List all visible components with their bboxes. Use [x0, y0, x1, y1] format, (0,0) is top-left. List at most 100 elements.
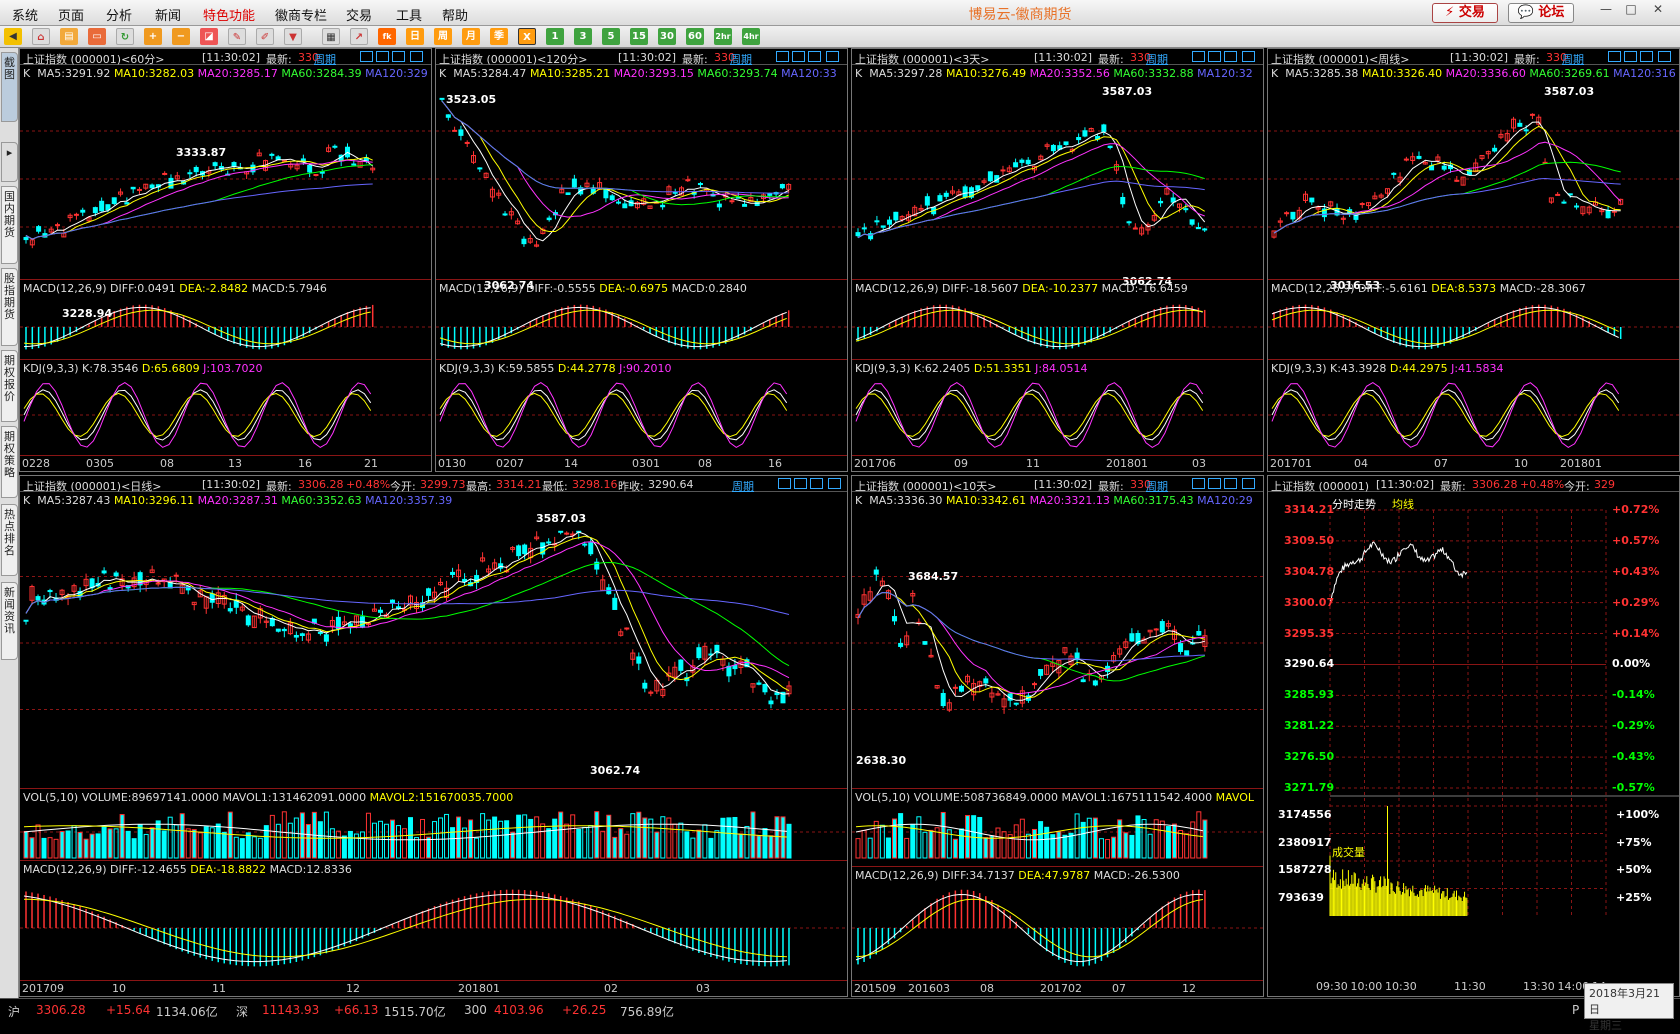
- volume-bar: [1062, 834, 1068, 859]
- menu-help[interactable]: 帮助: [442, 5, 468, 24]
- pen-icon[interactable]: ✎: [228, 28, 246, 45]
- candle-body: [1032, 683, 1037, 686]
- volume-bar: [648, 818, 654, 859]
- tab-screenshot[interactable]: 截图: [1, 52, 18, 122]
- season-button[interactable]: 季: [490, 28, 508, 45]
- candlestick-chart: [852, 566, 1263, 967]
- min60-button[interactable]: 60: [686, 28, 704, 45]
- min1-button[interactable]: 1: [546, 28, 564, 45]
- month-button[interactable]: 月: [462, 28, 480, 45]
- custom-period-button[interactable]: X: [518, 28, 536, 45]
- tab-news[interactable]: 新闻资讯: [1, 582, 18, 660]
- menu-analysis[interactable]: 分析: [106, 5, 132, 24]
- date-text: 2018年3月21日: [1589, 987, 1660, 1016]
- volume-bar: [720, 817, 726, 859]
- chart-panel-120min[interactable]: 上证指数 (000001)<120分> [11:30:02] 最新: 330 周…: [435, 48, 848, 472]
- chart-panel-daily[interactable]: 上证指数 (000001)<日线> [11:30:02] 最新: 3306.28…: [19, 475, 848, 997]
- menu-features[interactable]: 特色功能: [203, 5, 255, 24]
- maximize-icon[interactable]: □: [1620, 2, 1642, 20]
- candle-body: [452, 129, 458, 132]
- candle-body: [293, 634, 299, 638]
- candle-body: [269, 153, 275, 156]
- hr2-button[interactable]: 2hr: [714, 28, 732, 45]
- menu-huishang[interactable]: 徽商专栏: [275, 5, 327, 24]
- menu-tools[interactable]: 工具: [396, 5, 422, 24]
- menu-page[interactable]: 页面: [58, 5, 84, 24]
- volume-bar: [1105, 839, 1111, 859]
- volume-bar: [239, 838, 245, 859]
- volume-bar: [910, 823, 916, 859]
- volume-bar: [486, 819, 492, 859]
- candle-body: [1605, 209, 1611, 219]
- min5-button[interactable]: 5: [602, 28, 620, 45]
- min15-button[interactable]: 15: [630, 28, 648, 45]
- menu-system[interactable]: 系统: [12, 5, 38, 24]
- candle-body: [696, 647, 702, 659]
- chart-panel-intraday[interactable]: 上证指数 (000001) [11:30:02] 最新: 3306.28 +0.…: [1267, 475, 1680, 997]
- tick-button[interactable]: fk: [378, 28, 396, 45]
- volume-bar: [414, 837, 420, 859]
- zoom-in-icon[interactable]: +: [144, 28, 162, 45]
- volume-bar: [654, 831, 660, 859]
- home-icon[interactable]: ⌂: [32, 28, 50, 45]
- hr4-button[interactable]: 4hr: [742, 28, 760, 45]
- copy-icon[interactable]: ◪: [200, 28, 218, 45]
- volume-bar: [786, 823, 792, 859]
- day-button[interactable]: 日: [406, 28, 424, 45]
- volume-bar: [383, 823, 389, 859]
- chart-panel-weekly[interactable]: 上证指数 (000001)<周线> [11:30:02] 最新: 330 周期 …: [1267, 48, 1680, 472]
- close-icon[interactable]: ✕: [1647, 2, 1669, 20]
- chart-panel-60min[interactable]: 上证指数 (000001)<60分> [11:30:02] 最新: 330 周期…: [19, 48, 432, 472]
- tab-arrow[interactable]: ▸: [1, 142, 18, 182]
- candle-body: [155, 582, 161, 585]
- volume-bar: [989, 835, 995, 859]
- candle-body: [1013, 702, 1019, 705]
- table-icon[interactable]: ▦: [322, 28, 340, 45]
- chart-panel-10day[interactable]: 上证指数 (000001)<10天> [11:30:02] 最新: 330 周期…: [851, 475, 1264, 997]
- tab-option-quotes[interactable]: 期权报价: [1, 350, 18, 422]
- corner-label: P: [1572, 1003, 1580, 1017]
- refresh-icon[interactable]: ↻: [116, 28, 134, 45]
- tab-index-futures[interactable]: 股指期货: [1, 268, 18, 346]
- forum-button[interactable]: 💬 论坛: [1508, 3, 1574, 23]
- menu-trade[interactable]: 交易: [346, 5, 372, 24]
- volume-bar: [149, 827, 155, 859]
- volume-bar: [468, 819, 474, 859]
- tab-hot-rank[interactable]: 热点排名: [1, 504, 18, 576]
- candle-body: [101, 570, 107, 574]
- minimize-icon[interactable]: —: [1595, 2, 1617, 20]
- candle-body: [1101, 124, 1107, 132]
- candlestick-chart: [20, 130, 431, 448]
- brush-icon[interactable]: ✐: [256, 28, 274, 45]
- forum-button-label: 论坛: [1538, 5, 1565, 20]
- price-tick-label: 3271.79: [1284, 781, 1335, 794]
- candle-body: [642, 682, 648, 689]
- candle-body: [660, 204, 666, 208]
- candle-body: [521, 238, 527, 245]
- zoom-out-icon[interactable]: −: [172, 28, 190, 45]
- trade-button[interactable]: ⚡ 交易: [1432, 3, 1498, 23]
- candle-body: [962, 186, 968, 198]
- tab-domestic-futures[interactable]: 国内期货: [1, 186, 18, 264]
- filter-icon[interactable]: ▼: [284, 28, 302, 45]
- volume-bar: [281, 811, 287, 859]
- volume-bar: [335, 830, 341, 859]
- min30-button[interactable]: 30: [658, 28, 676, 45]
- volume-bar: [125, 830, 131, 859]
- volume-bar: [1153, 819, 1159, 859]
- candle-body: [616, 201, 621, 204]
- volume-bar: [762, 828, 768, 859]
- chart-panel-3day[interactable]: 上证指数 (000001)<3天> [11:30:02] 最新: 330 周期 …: [851, 48, 1264, 472]
- tab-option-strategy[interactable]: 期权策略: [1, 426, 18, 498]
- volume-bar: [1184, 833, 1190, 859]
- candle-body: [1403, 158, 1409, 161]
- kdj-legend: KDJ(9,3,3) K:62.2405 D:51.3351 J:84.0514: [855, 362, 1088, 375]
- database-icon[interactable]: ▤: [60, 28, 78, 45]
- week-button[interactable]: 周: [434, 28, 452, 45]
- back-icon[interactable]: ◀: [4, 28, 22, 45]
- menu-news[interactable]: 新闻: [155, 5, 181, 24]
- min3-button[interactable]: 3: [574, 28, 592, 45]
- pct-tick-label: +0.29%: [1612, 595, 1660, 609]
- folder-icon[interactable]: ▭: [88, 28, 106, 45]
- trend-icon[interactable]: ↗: [350, 28, 368, 45]
